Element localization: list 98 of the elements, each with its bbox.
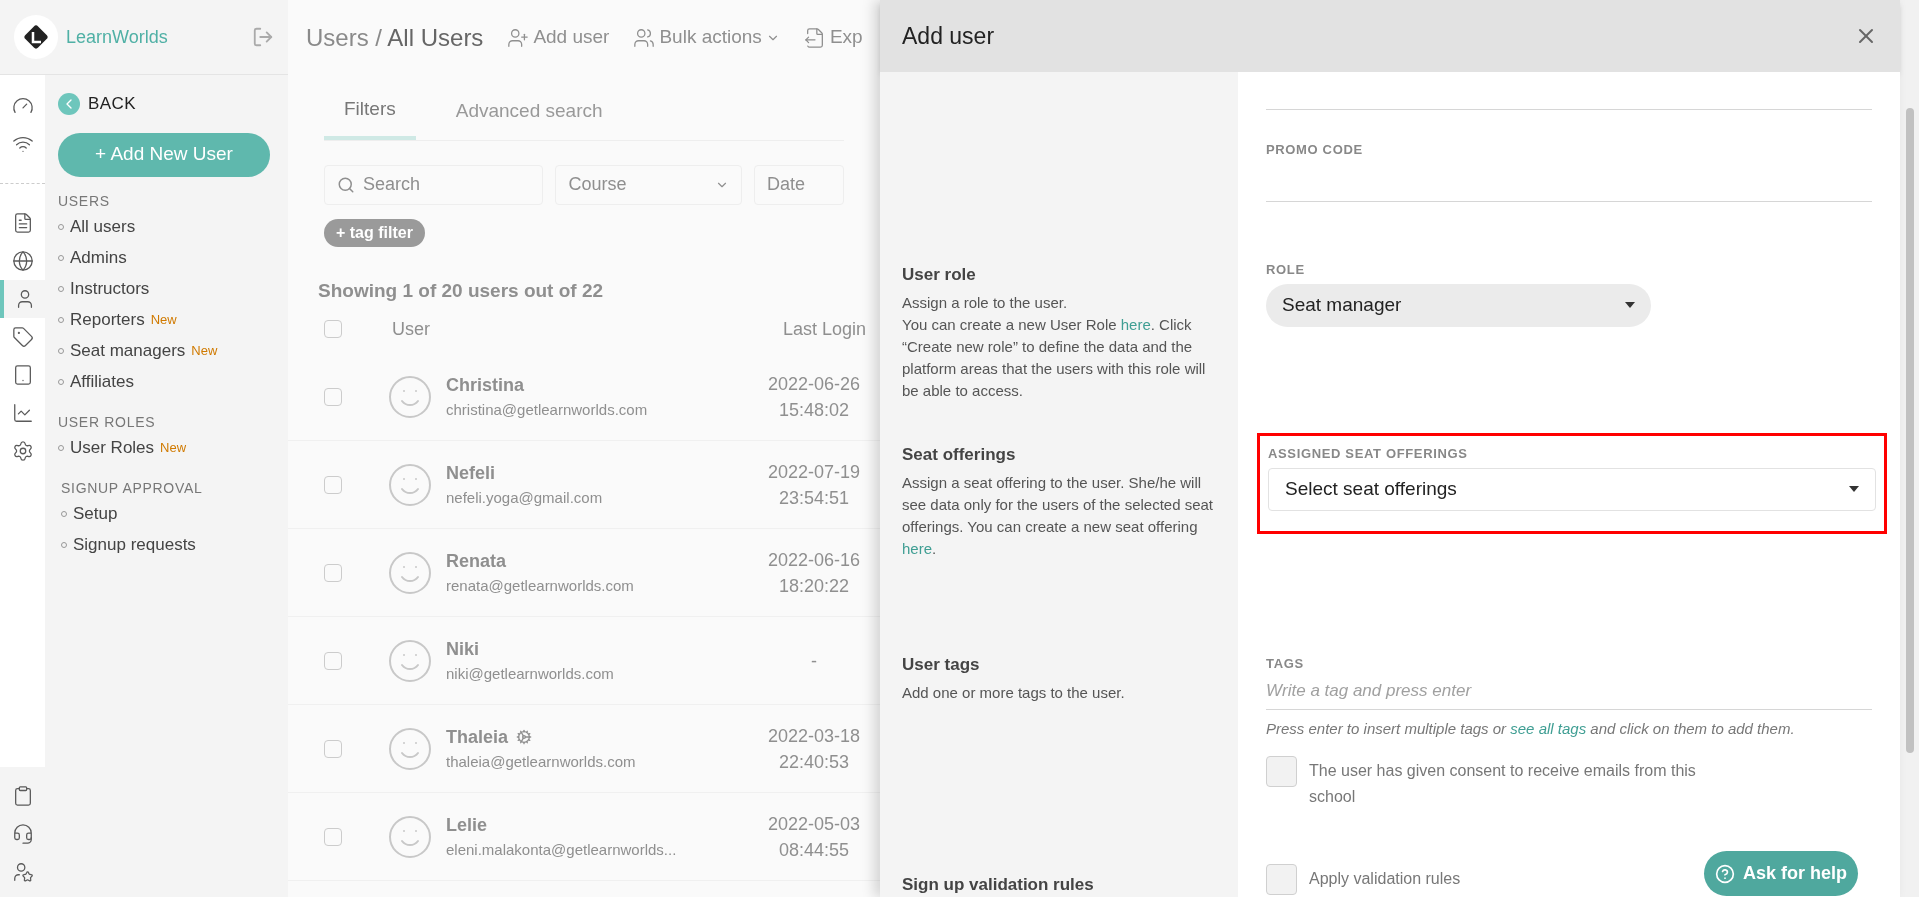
checkbox[interactable] [324,827,342,846]
sidebar-item[interactable]: User Roles [70,435,155,461]
last-login: 2022-03-18 [766,724,862,748]
sidebar-item[interactable]: Affiliates [70,369,134,395]
section-description: Add one or more tags to the user. [902,682,1126,703]
last-login: 22:40:53 [777,750,851,774]
users-icon [633,26,656,49]
checkbox[interactable] [324,739,342,758]
back-button[interactable]: BACK [58,91,136,117]
checkbox[interactable] [324,475,342,494]
new-label: New [191,342,218,361]
section-title: Sign up validation rules [902,874,1095,896]
last-login: 18:20:22 [777,574,851,598]
last-login: 08:44:55 [777,838,851,862]
gear-icon [516,729,533,746]
checkbox[interactable] [324,387,342,406]
last-login: 15:48:02 [777,398,851,422]
toolbar-action[interactable]: Bulk actions [659,23,762,52]
field-label: TAGS [1266,655,1305,673]
document-arrow-icon [803,26,826,49]
checkbox-label: Apply validation rules [1309,869,1461,889]
user-name: Christina [446,373,524,397]
sidebar-item[interactable]: Reporters [70,307,145,333]
section-heading: USER ROLES [58,412,157,432]
add-new-user-button[interactable]: + Add New User [58,132,270,177]
logout-icon[interactable] [252,26,274,48]
user-email: renata@getlearnworlds.com [446,575,634,596]
user-email: thaleia@getlearnworlds.com [446,751,636,772]
section-title: Seat offerings [902,444,1017,466]
sidebar-item[interactable]: All users [70,214,136,240]
user-name: Lelie [446,813,488,837]
section-description: Assign a seat offering to the user. She/he will see data only for the users of the selected seat offerings. You can create a new seat offering here. [902,472,1215,559]
last-login: 2022-06-26 [766,372,862,396]
tags-field[interactable]: Write a tag and press enter [1266,673,1872,710]
section-description: Assign a role to the user. You can create a new User Role here. Click “Create new role” to define the data and the platform areas that the users with this role will be able to access. [902,292,1207,401]
results-count: Showing 1 of 20 users out of 22 [318,278,605,303]
breadcrumb: Users / All Users [306,22,484,53]
back-icon [58,92,80,115]
tag-filter-button[interactable]: + tag filter [324,218,425,247]
user-name: Thaleia [446,725,509,749]
field-label: ROLE [1266,261,1306,279]
section-title: User role [902,264,977,286]
filter-tab[interactable]: Advanced search [435,95,623,140]
sidebar-item[interactable]: Signup requests [73,532,196,558]
new-label: New [160,439,187,458]
last-login: 2022-05-03 [766,812,862,836]
checkbox[interactable] [1266,864,1297,895]
checkbox[interactable] [324,563,342,582]
field-label: ASSIGNED SEAT OFFERINGS [1268,445,1469,463]
field-label: PROMO CODE [1266,141,1364,159]
last-login: 2022-07-19 [766,460,862,484]
modal-title: Add user [902,21,995,51]
toolbar-action[interactable]: Exp [829,23,863,52]
column-header: Last Login [782,317,866,341]
column-header: User [392,317,430,341]
see-all-tags-link[interactable]: see all tags [1510,719,1587,737]
search-icon [337,175,355,194]
caret-icon [1849,486,1859,492]
user-name: Nefeli [446,461,496,485]
user-plus-icon [507,26,530,49]
user-email: nefeli.yoga@gmail.com [446,487,603,508]
section-heading: SIGNUP APPROVAL [60,478,204,498]
ask-for-help-button[interactable]: Ask for help [1704,851,1858,896]
last-login: 2022-06-16 [766,548,862,572]
section-heading: USERS [58,191,111,211]
new-label: New [150,311,177,330]
user-name: Renata [446,549,507,573]
here-link[interactable]: here [1120,315,1151,333]
caret-icon [1625,302,1635,308]
user-email: christina@getlearnworlds.com [446,399,648,420]
search-field[interactable]: Search [324,164,544,205]
course-dropdown[interactable]: Course [555,164,743,205]
section-title: User tags [902,654,981,676]
filter-tab[interactable]: Filters [324,95,416,140]
scrollbar-thumb[interactable] [1905,108,1914,753]
last-login: 23:54:51 [777,486,851,510]
sidebar-item[interactable]: Admins [70,245,127,271]
checkbox[interactable] [1266,756,1297,787]
brand-name: LearnWorlds [66,25,168,49]
user-email: eleni.malakonta@getlearnworlds... [446,839,677,860]
sidebar-item[interactable]: Setup [73,501,118,527]
last-login: - [810,649,818,673]
checkbox[interactable] [324,320,342,338]
user-name: Niki [446,637,479,661]
user-email: niki@getlearnworlds.com [446,663,614,684]
user-icon[interactable] [0,280,45,318]
date-field[interactable]: Date [754,164,844,205]
tags-help-text: Press enter to insert multiple tags or see all tags and click on them to add them. [1266,718,1796,739]
help-icon [1715,863,1735,884]
seat-offerings-dropdown[interactable]: Select seat offerings [1268,467,1876,511]
here-link[interactable]: here [902,539,933,557]
sidebar-item[interactable]: Instructors [70,276,150,302]
role-dropdown[interactable]: Seat manager [1266,283,1651,327]
sidebar-item[interactable]: Seat managers [70,338,186,364]
checkbox-label: The user has given consent to receive emails from this school [1309,761,1697,807]
checkbox[interactable] [324,651,342,670]
logo-icon [14,15,58,59]
toolbar-action[interactable]: Add user [533,23,610,52]
